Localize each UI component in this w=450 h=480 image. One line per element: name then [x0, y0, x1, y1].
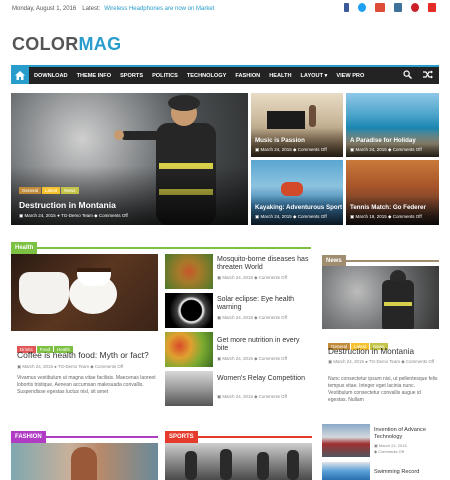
- grid-post-title[interactable]: A Paradise for Holiday: [350, 137, 416, 144]
- health-main-title[interactable]: Coffee is health food: Myth or fact?: [17, 351, 162, 360]
- news-list-title[interactable]: Swimming Record: [374, 468, 440, 476]
- health-main-comments[interactable]: Comments Off: [95, 364, 123, 369]
- current-date: Monday, August 1, 2016: [12, 6, 77, 12]
- sports-section-label[interactable]: SPORTS: [165, 431, 198, 443]
- health-list-comments[interactable]: Comments Off: [259, 275, 287, 280]
- latest-label: Latest:: [82, 6, 101, 12]
- health-section-label[interactable]: Health: [11, 242, 38, 254]
- news-main-comments[interactable]: Comments Off: [406, 359, 434, 364]
- youtube-icon[interactable]: [428, 3, 436, 12]
- facebook-icon[interactable]: [344, 3, 349, 12]
- coffee-image[interactable]: [11, 254, 158, 331]
- health-main-excerpt: Vivamus vestibulum ut magna vitae facili…: [17, 375, 156, 395]
- nav-item-technology[interactable]: TECHNOLOGY: [187, 73, 226, 79]
- grid-post-date[interactable]: March 19, 2015: [356, 214, 387, 219]
- nav-item-layout[interactable]: LAYOUT ▾: [301, 73, 328, 79]
- news-main-author[interactable]: TG-Demo Team: [369, 359, 400, 364]
- featured-main-date[interactable]: March 24, 2015: [25, 213, 56, 218]
- health-main-date[interactable]: March 24, 2015: [22, 364, 53, 369]
- health-list-title[interactable]: Women's Relay Competition: [217, 375, 312, 383]
- twitter-icon[interactable]: [358, 3, 366, 12]
- fashion-image[interactable]: [11, 443, 158, 480]
- fruit-image[interactable]: [165, 332, 213, 367]
- news-section-header: News: [322, 249, 439, 267]
- nav-item-view-pro[interactable]: VIEW PRO: [336, 73, 364, 79]
- grid-post-comments[interactable]: Comments Off: [298, 147, 327, 152]
- sports-image[interactable]: [165, 443, 312, 480]
- swimming-image[interactable]: [322, 462, 370, 480]
- grid-post-date[interactable]: March 24, 2015: [356, 147, 387, 152]
- main-nav: DOWNLOAD THEME INFO SPORTS POLITICS TECH…: [11, 65, 439, 84]
- health-list-comments[interactable]: Comments Off: [259, 315, 287, 320]
- news-list-comments[interactable]: Comments Off: [378, 449, 404, 454]
- grid-post-title[interactable]: Kayaking: Adventurous Sport: [255, 204, 342, 211]
- featured-main-comments[interactable]: Comments Off: [99, 213, 128, 218]
- health-section-header: Health: [11, 236, 311, 254]
- featured-main-title[interactable]: Destruction in Montania: [19, 200, 116, 210]
- health-list-title[interactable]: Mosquito-borne diseases has threaten Wor…: [217, 256, 312, 272]
- search-icon[interactable]: [403, 70, 412, 79]
- news-main-title[interactable]: Destruction in Montania: [328, 347, 438, 356]
- nav-item-theme-info[interactable]: THEME INFO: [77, 73, 112, 79]
- health-list-title[interactable]: Get more nutrition in every bite: [217, 337, 312, 353]
- health-list-date[interactable]: March 24, 2015: [222, 315, 253, 320]
- news-main-image[interactable]: [322, 266, 439, 329]
- featured-grid-post[interactable]: Music is Passion ▣ March 24, 2015 ◆ Comm…: [251, 93, 343, 157]
- pinterest-icon[interactable]: [411, 3, 419, 12]
- nav-item-politics[interactable]: POLITICS: [152, 73, 178, 79]
- eclipse-image[interactable]: [165, 293, 213, 328]
- home-button[interactable]: [11, 67, 29, 84]
- featured-grid-post[interactable]: Tennis Match: Go Federer ▣ March 19, 201…: [346, 160, 439, 225]
- featured-grid-post[interactable]: A Paradise for Holiday ▣ March 24, 2015 …: [346, 93, 439, 157]
- nav-item-sports[interactable]: SPORTS: [120, 73, 143, 79]
- featured-grid-post[interactable]: Kayaking: Adventurous Sport ▣ March 24, …: [251, 160, 343, 225]
- health-list-date[interactable]: March 24, 2015: [222, 356, 253, 361]
- relay-image[interactable]: [165, 371, 213, 406]
- tag-general[interactable]: General: [19, 187, 42, 194]
- featured-main-post[interactable]: General Latest News Destruction in Montani…: [11, 93, 248, 225]
- featured-main-author[interactable]: TG-Demo Team: [61, 213, 93, 218]
- grid-post-comments[interactable]: Comments Off: [393, 214, 422, 219]
- tag-news[interactable]: News: [61, 187, 79, 194]
- home-icon: [15, 71, 25, 80]
- latest-news-link[interactable]: Wireless Headphones are now on Market: [104, 6, 214, 12]
- google-plus-icon[interactable]: [375, 3, 385, 12]
- nav-item-download[interactable]: DOWNLOAD: [34, 73, 68, 79]
- social-links: [344, 3, 436, 12]
- health-list-title[interactable]: Solar eclipse: Eye health warning: [217, 296, 312, 312]
- random-shuffle-icon[interactable]: [423, 70, 433, 79]
- health-list-comments[interactable]: Comments Off: [259, 394, 287, 399]
- nav-item-health[interactable]: HEALTH: [269, 73, 291, 79]
- logo-part-mag: MAG: [78, 34, 122, 54]
- health-list-date[interactable]: March 24, 2015: [222, 275, 253, 280]
- site-logo[interactable]: COLORMAG: [12, 34, 121, 55]
- sports-section-header: SPORTS: [165, 425, 312, 443]
- featured-main-tags: General Latest News: [19, 187, 80, 194]
- health-list-date[interactable]: March 24, 2015: [222, 394, 253, 399]
- grid-post-date[interactable]: March 24, 2015: [261, 147, 292, 152]
- health-main-author[interactable]: TG-Demo Team: [58, 364, 89, 369]
- grid-post-date[interactable]: March 24, 2015: [261, 214, 292, 219]
- mosquito-image[interactable]: [165, 254, 213, 289]
- tag-latest[interactable]: Latest: [42, 187, 61, 194]
- fashion-section-header: FASHION: [11, 425, 158, 443]
- grid-post-title[interactable]: Tennis Match: Go Federer: [350, 204, 426, 211]
- grid-post-comments[interactable]: Comments Off: [393, 147, 422, 152]
- fashion-section-label[interactable]: FASHION: [11, 431, 46, 443]
- news-main-date[interactable]: March 24, 2015: [333, 359, 364, 364]
- grid-post-title[interactable]: Music is Passion: [255, 137, 305, 144]
- health-list-comments[interactable]: Comments Off: [259, 356, 287, 361]
- news-list-date[interactable]: March 24, 2015: [379, 443, 407, 448]
- news-list-title[interactable]: Invention of Advance Technology: [374, 427, 440, 440]
- news-main-excerpt: Nunc consectetur ipsum nisi, ut pellente…: [328, 376, 438, 403]
- logo-part-color: COLOR: [12, 34, 79, 54]
- instagram-icon[interactable]: [394, 3, 402, 12]
- grid-post-comments[interactable]: Comments Off: [298, 214, 327, 219]
- technology-image[interactable]: [322, 424, 370, 457]
- nav-item-fashion[interactable]: FASHION: [235, 73, 260, 79]
